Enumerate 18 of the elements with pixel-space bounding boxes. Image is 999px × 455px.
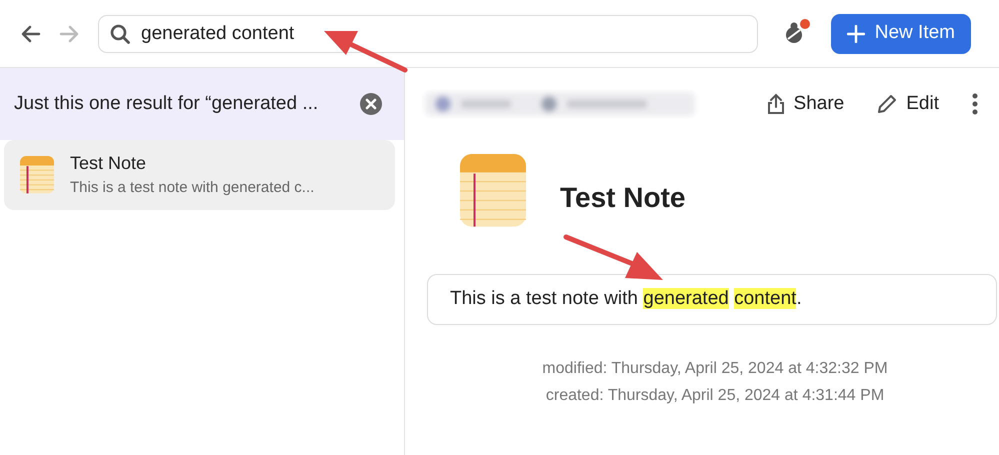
share-button[interactable]: Share: [762, 86, 848, 122]
close-icon: [360, 93, 382, 115]
results-summary: Just this one result for “generated ...: [14, 92, 318, 116]
search-icon: [110, 24, 130, 44]
result-snippet: This is a test note with generated c...: [70, 178, 314, 198]
result-item[interactable]: Test Note This is a test note with generated c...: [4, 140, 395, 210]
more-icon: [971, 93, 979, 115]
result-title: Test Note: [70, 152, 148, 175]
edit-button[interactable]: Edit: [872, 86, 943, 122]
search-field[interactable]: generated content: [98, 14, 758, 52]
share-icon: [766, 93, 786, 115]
modified-date: modified: Thursday, April 25, 2024 at 4:32:32 PM: [541, 358, 889, 378]
plus-icon: [846, 24, 865, 42]
note-title: Test Note: [560, 181, 686, 215]
pencil-icon: [876, 93, 898, 115]
created-date: created: Thursday, April 25, 2024 at 4:31:44 PM: [544, 386, 886, 406]
notepad-icon: [20, 156, 54, 194]
new-item-button[interactable]: New Item: [830, 14, 971, 54]
